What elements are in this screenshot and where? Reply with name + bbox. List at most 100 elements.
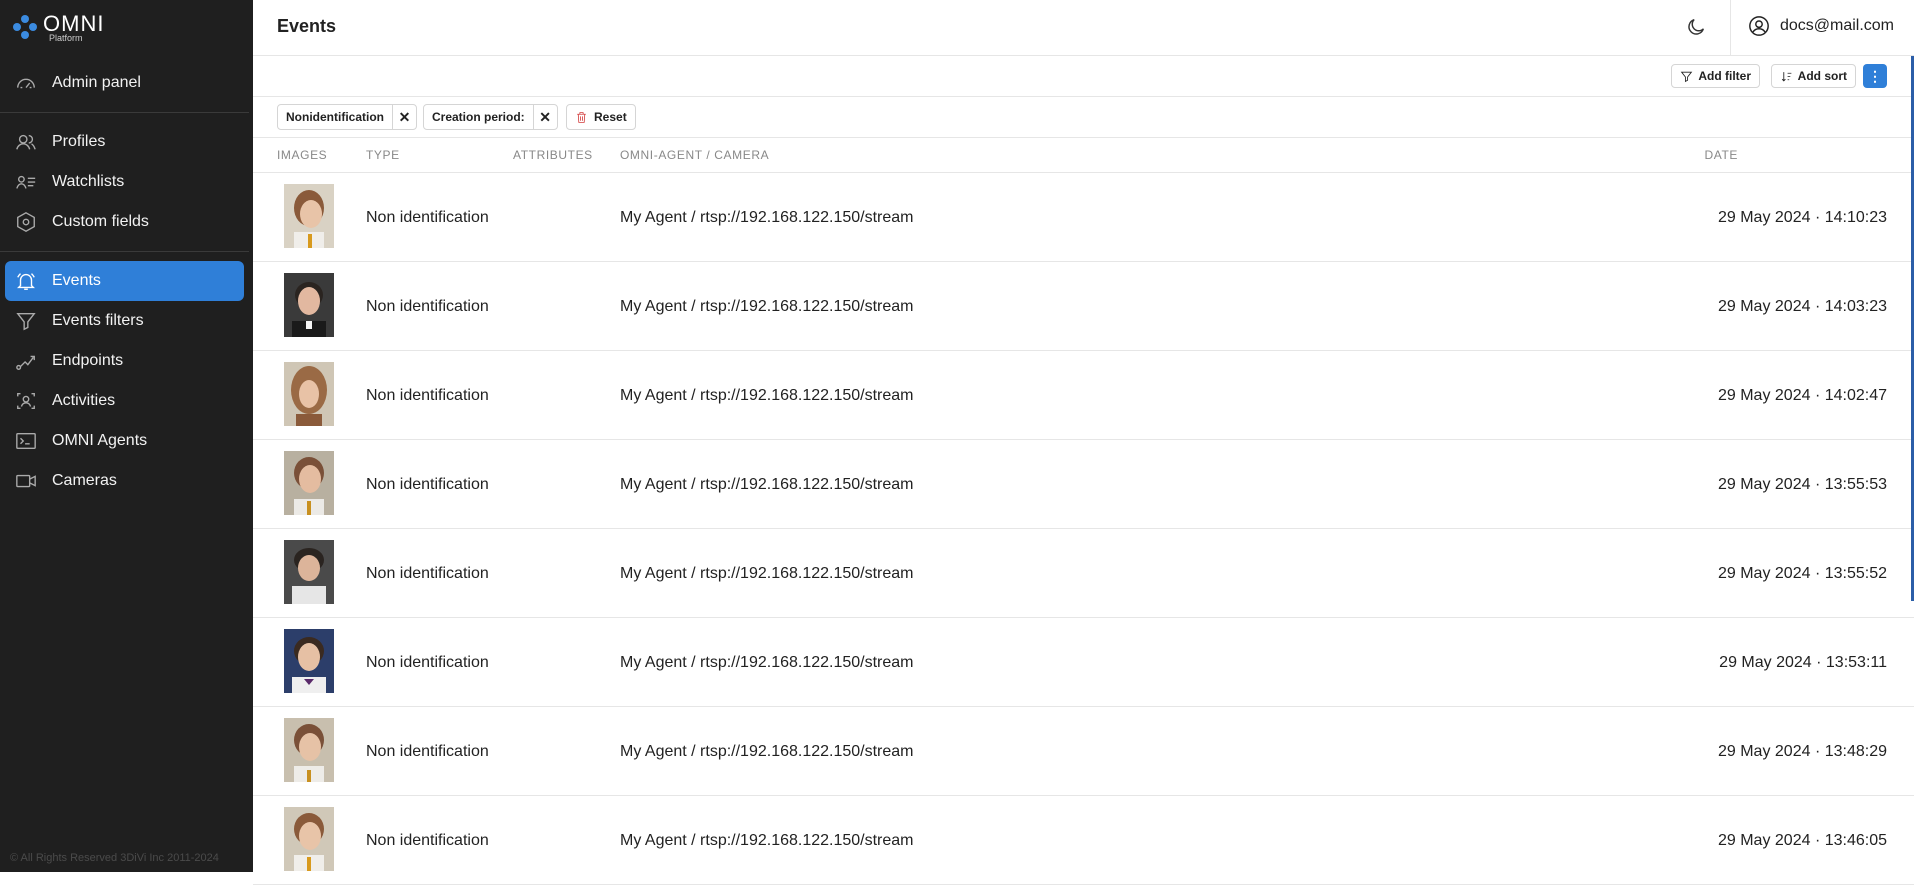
event-date: 29 May 2024 · 14:03:23 [1717,298,1887,315]
reset-label: Reset [594,110,627,124]
events-table-body: Non identification My Agent / rtsp://192… [253,173,1914,885]
add-sort-label: Add sort [1797,69,1847,83]
event-face-image[interactable] [284,273,334,337]
event-camera: My Agent / rtsp://192.168.122.150/stream [620,298,914,315]
sidebar-item-activities[interactable]: Activities [5,381,244,421]
filter-chip-label: Nonidentification [286,110,384,124]
event-camera: My Agent / rtsp://192.168.122.150/stream [620,654,914,671]
sidebar-item-omni-agents[interactable]: OMNI Agents [5,421,244,461]
event-camera: My Agent / rtsp://192.168.122.150/stream [620,743,914,760]
close-icon[interactable]: ✕ [392,105,416,129]
table-row[interactable]: Non identification My Agent / rtsp://192… [253,707,1914,796]
gauge-icon [14,71,38,95]
filter-chip-creation-period[interactable]: Creation period: ✕ [423,104,558,130]
sidebar-nav: Admin panel Profiles Watchlists Custom f… [0,63,249,501]
page-title: Events [277,16,337,36]
event-camera: My Agent / rtsp://192.168.122.150/stream [620,476,914,493]
sidebar-divider [0,251,249,252]
event-face-image[interactable] [284,629,334,693]
add-filter-label: Add filter [1698,69,1751,83]
sidebar-item-label: Profiles [52,133,106,150]
table-row[interactable]: Non identification My Agent / rtsp://192… [253,440,1914,529]
table-row[interactable]: Non identification My Agent / rtsp://192… [253,529,1914,618]
sidebar-item-custom-fields[interactable]: Custom fields [5,202,244,242]
event-date: 29 May 2024 · 13:53:11 [1719,654,1887,671]
table-row[interactable]: Non identification My Agent / rtsp://192… [253,173,1914,262]
event-date: 29 May 2024 · 13:46:05 [1717,832,1887,849]
event-face-image[interactable] [284,807,334,871]
event-type: Non identification [366,832,489,849]
column-header-images: IMAGES [277,148,328,162]
filter-chip-label: Creation period: [432,110,525,124]
event-date: 29 May 2024 · 13:55:52 [1717,565,1887,582]
event-date: 29 May 2024 · 14:10:23 [1717,209,1887,226]
sidebar-item-label: Watchlists [52,173,125,190]
event-type: Non identification [366,298,489,315]
sidebar-item-label: Admin panel [52,74,141,91]
column-header-type: TYPE [366,148,400,162]
event-type: Non identification [366,209,489,226]
table-row[interactable]: Non identification My Agent / rtsp://192… [253,262,1914,351]
endpoint-icon [14,349,38,373]
sidebar-item-endpoints[interactable]: Endpoints [5,341,244,381]
toolbar: Add filter Add sort ⋮ [253,56,1914,97]
sidebar-item-label: Events [52,272,101,289]
event-camera: My Agent / rtsp://192.168.122.150/stream [620,565,914,582]
filter-icon [1681,71,1693,82]
sidebar-item-label: Endpoints [52,352,124,369]
column-header-attributes: ATTRIBUTES [513,148,593,162]
user-email: docs@mail.com [1779,17,1894,34]
reset-filters-button[interactable]: Reset [566,104,636,130]
event-face-image[interactable] [284,184,334,248]
event-type: Non identification [366,565,489,582]
filter-chip-nonidentification[interactable]: Nonidentification ✕ [277,104,417,130]
user-menu[interactable]: docs@mail.com [1748,15,1894,37]
camera-icon [14,469,38,493]
table-row[interactable]: Non identification My Agent / rtsp://192… [253,351,1914,440]
more-options-button[interactable]: ⋮ [1863,64,1887,88]
bell-icon [14,269,38,293]
sidebar-item-label: Activities [52,392,116,409]
close-icon[interactable]: ✕ [532,105,557,129]
brand-name: OMNI [43,11,105,36]
event-face-image[interactable] [284,362,334,426]
sidebar: OMNI Platform Admin panel Profiles Watch… [0,0,253,872]
event-camera: My Agent / rtsp://192.168.122.150/stream [620,387,914,404]
sidebar-item-cameras[interactable]: Cameras [5,461,244,501]
trash-icon [577,111,586,123]
column-header-date: DATE [1704,148,1738,162]
event-date: 29 May 2024 · 14:02:47 [1717,387,1887,404]
sidebar-item-profiles[interactable]: Profiles [5,122,244,162]
active-filters-bar: Nonidentification ✕ Creation period: ✕ R… [253,97,1914,138]
event-type: Non identification [366,476,489,493]
user-list-icon [14,170,38,194]
theme-toggle-button[interactable] [1682,13,1710,41]
sidebar-item-admin-panel[interactable]: Admin panel [5,63,244,103]
event-face-image[interactable] [284,540,334,604]
moon-icon [1688,18,1705,35]
filter-icon [14,309,38,333]
scan-user-icon [14,389,38,413]
event-type: Non identification [366,654,489,671]
sidebar-item-watchlists[interactable]: Watchlists [5,162,244,202]
sort-icon [1781,71,1792,81]
event-face-image[interactable] [284,451,334,515]
sidebar-item-label: Events filters [52,312,144,329]
event-type: Non identification [366,387,489,404]
sidebar-item-events[interactable]: Events [5,261,244,301]
sidebar-item-events-filters[interactable]: Events filters [5,301,244,341]
event-camera: My Agent / rtsp://192.168.122.150/stream [620,832,914,849]
event-face-image[interactable] [284,718,334,782]
add-filter-button[interactable]: Add filter [1671,64,1760,88]
omni-logo[interactable]: OMNI Platform [13,13,104,43]
add-sort-button[interactable]: Add sort [1770,64,1856,88]
top-header: Events docs@mail.com [253,0,1914,56]
sidebar-divider [0,112,249,113]
users-icon [14,130,38,154]
header-divider [1730,0,1731,55]
table-row[interactable]: Non identification My Agent / rtsp://192… [253,618,1914,707]
event-date: 29 May 2024 · 13:48:29 [1717,743,1887,760]
user-circle-icon [1749,16,1769,36]
table-header: IMAGES TYPE ATTRIBUTES OMNI-AGENT / CAME… [253,138,1914,173]
logo-mark-icon [13,15,37,39]
